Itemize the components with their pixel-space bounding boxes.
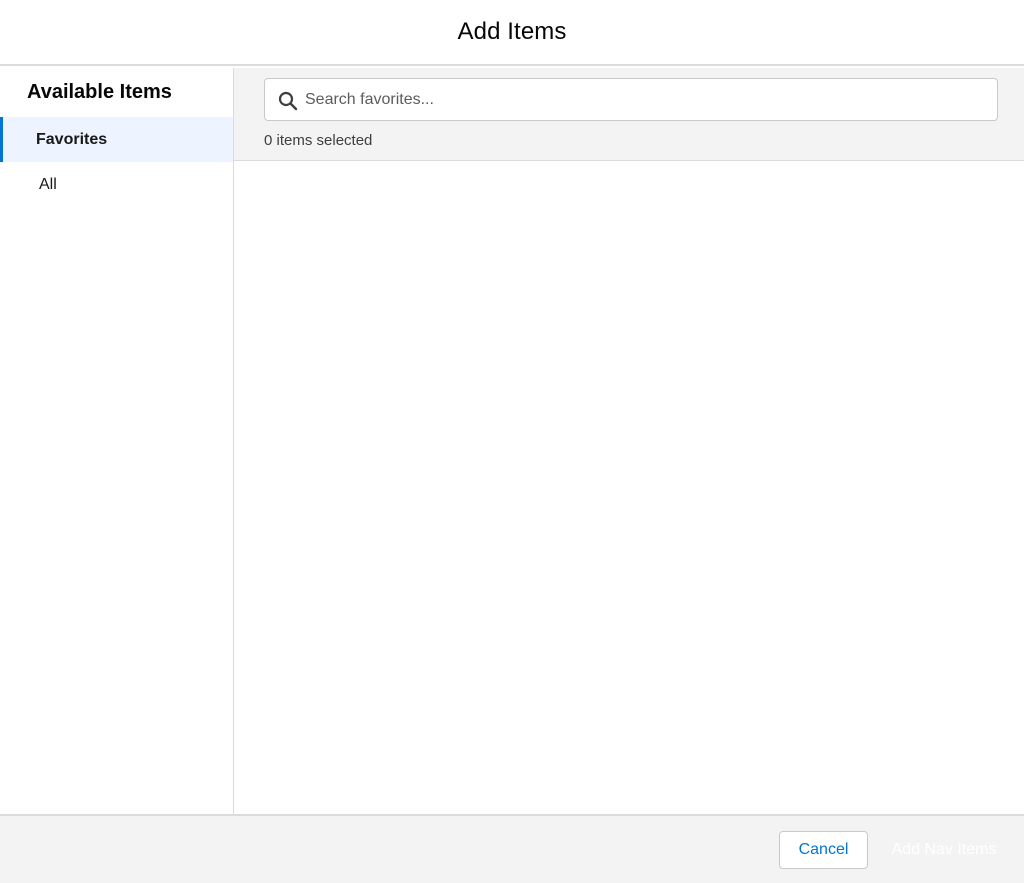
sidebar-heading: Available Items	[27, 81, 172, 103]
add-nav-items-button[interactable]: Add Nav Items	[884, 831, 1004, 869]
search-box[interactable]	[264, 78, 998, 121]
dialog-title: Add Items	[457, 18, 567, 45]
selection-count: 0 items selected	[264, 132, 373, 149]
dialog-header: Add Items	[0, 0, 1024, 66]
cancel-button[interactable]: Cancel	[779, 830, 868, 869]
search-toolbar: 0 items selected	[234, 68, 1024, 161]
add-items-dialog: Add Items Available Items Favorites All …	[0, 0, 1024, 883]
search-icon	[278, 91, 298, 111]
sidebar-item-favorites[interactable]: Favorites	[0, 117, 233, 162]
search-input[interactable]	[265, 79, 997, 120]
items-panel: 0 items selected	[234, 68, 1024, 814]
dialog-footer: Cancel Add Nav Items	[0, 814, 1024, 883]
dialog-body: Available Items Favorites All 0 items se…	[0, 68, 1024, 814]
items-list	[234, 161, 1024, 814]
sidebar-item-all[interactable]: All	[0, 162, 233, 207]
available-items-sidebar: Available Items Favorites All	[0, 68, 234, 814]
